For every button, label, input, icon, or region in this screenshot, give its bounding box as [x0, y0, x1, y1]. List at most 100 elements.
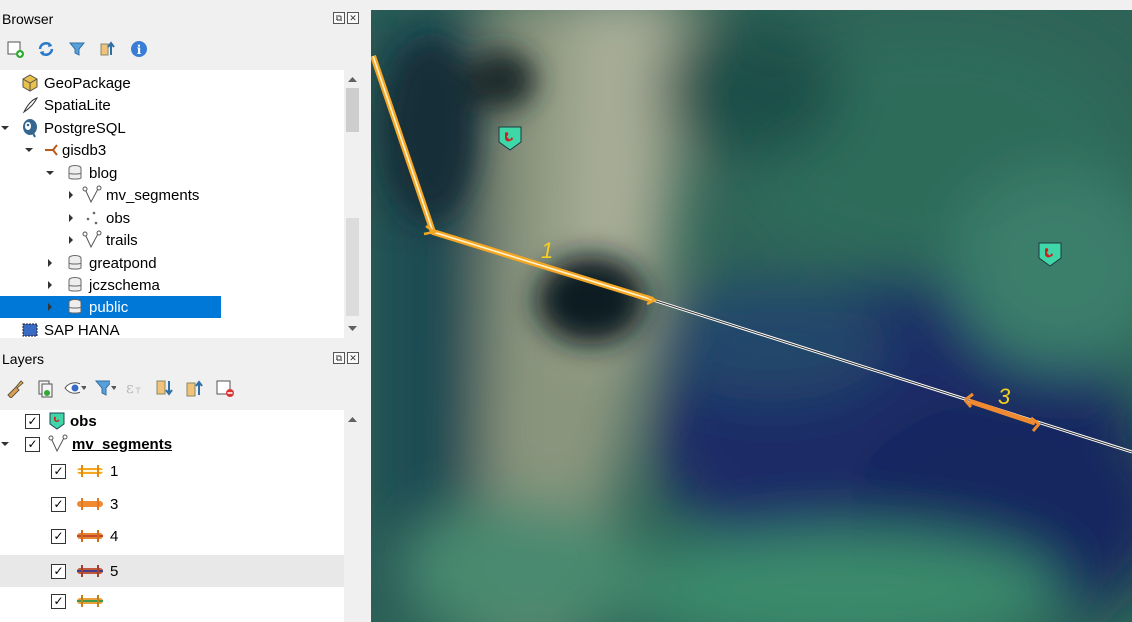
line-layer-icon [48, 434, 68, 454]
schema-icon [65, 253, 85, 273]
browser-scroll-thumb[interactable] [346, 88, 359, 132]
browser-item-blog[interactable]: blog [45, 162, 117, 184]
browser-item-obs[interactable]: obs [66, 207, 130, 229]
expanded-arrow-icon[interactable] [24, 145, 34, 155]
collapsed-arrow-icon[interactable] [45, 258, 55, 268]
layers-panel: Layers ⧉ ✕ ε ✓ obs ✓ mv_segments ✓ 1 ✓ 3… [0, 340, 363, 622]
connection-icon [44, 140, 58, 160]
browser-item-geopackage[interactable]: GeoPackage [20, 72, 131, 94]
legend-visibility-checkbox[interactable]: ✓ [51, 593, 66, 609]
scroll-up-icon[interactable] [344, 72, 361, 86]
browser-tree[interactable]: GeoPackage SpatiaLite PostgreSQL gisdb3 … [0, 70, 344, 338]
browser-close-button[interactable]: ✕ [347, 12, 359, 24]
browser-item-greatpond[interactable]: greatpond [45, 252, 157, 274]
layers-scrollbar[interactable] [344, 410, 361, 622]
collapsed-arrow-icon[interactable] [66, 190, 76, 200]
browser-item-jczschema[interactable]: jczschema [45, 274, 160, 296]
map-svg[interactable]: 1 3 [371, 10, 1132, 622]
segment-label-1: 1 [541, 238, 553, 263]
browser-panel-title: Browser [2, 11, 54, 27]
layer-item-mv-segments[interactable]: ✓ mv_segments [0, 433, 172, 455]
style-icon[interactable] [4, 377, 26, 399]
browser-item-label: PostgreSQL [44, 119, 126, 137]
expanded-arrow-icon[interactable] [0, 123, 10, 133]
legend-item-5[interactable]: ✓ 5 [0, 555, 344, 587]
expanded-arrow-icon[interactable] [45, 168, 55, 178]
browser-item-spatialite[interactable]: SpatiaLite [20, 94, 111, 116]
filter-legend-icon[interactable] [94, 377, 116, 399]
panel-splitter[interactable] [363, 0, 371, 622]
collapse-icon[interactable] [97, 38, 119, 60]
legend-item-label: 1 [110, 462, 119, 480]
browser-panel: Browser ⧉ ✕ i GeoPackage SpatiaLite Post… [0, 0, 363, 340]
layers-close-button[interactable]: ✕ [347, 352, 359, 364]
legend-visibility-checkbox[interactable]: ✓ [51, 463, 66, 479]
line-symbol-icon [74, 461, 106, 481]
map-canvas[interactable]: 1 3 [371, 10, 1132, 622]
legend-item-label: 3 [110, 495, 119, 513]
browser-item-label: public [89, 298, 129, 316]
layers-float-button[interactable]: ⧉ [333, 352, 345, 364]
browser-item-label: GeoPackage [44, 74, 131, 92]
add-group-icon[interactable] [34, 377, 56, 399]
add-layer-icon[interactable] [4, 38, 26, 60]
legend-item-label: 4 [110, 527, 119, 545]
legend-item-other[interactable]: ✓ [51, 590, 110, 612]
browser-item-label: mv_segments [106, 186, 200, 204]
scroll-up-icon[interactable] [344, 412, 361, 426]
collapsed-arrow-icon[interactable] [45, 280, 55, 290]
layer-item-obs[interactable]: ✓ obs [25, 410, 97, 432]
legend-visibility-checkbox[interactable]: ✓ [51, 528, 66, 544]
schema-icon [65, 275, 85, 295]
layer-visibility-checkbox[interactable]: ✓ [25, 413, 40, 429]
browser-item-label: obs [106, 209, 131, 227]
browser-item-gisdb3[interactable]: gisdb3 [24, 139, 106, 161]
browser-scrollbar[interactable] [344, 70, 361, 338]
legend-item-3[interactable]: ✓ 3 [51, 493, 118, 515]
segment-label-3: 3 [998, 384, 1011, 409]
layer-visibility-checkbox[interactable]: ✓ [25, 436, 40, 452]
hana-icon [20, 320, 40, 338]
filter-icon[interactable] [66, 38, 88, 60]
expand-all-icon[interactable] [154, 377, 176, 399]
collapsed-arrow-icon[interactable] [45, 302, 55, 312]
remove-layer-icon[interactable] [214, 377, 236, 399]
browser-item-label: greatpond [89, 254, 157, 272]
collapse-all-icon[interactable] [184, 377, 206, 399]
spatialite-icon [20, 95, 40, 115]
browser-item-public[interactable]: public [0, 296, 221, 318]
line-layer-icon [82, 230, 102, 250]
legend-item-1[interactable]: ✓ 1 [51, 460, 118, 482]
line-layer-icon [82, 185, 102, 205]
expression-filter-icon: ε [124, 377, 146, 399]
legend-visibility-checkbox[interactable]: ✓ [51, 563, 66, 579]
browser-item-label: SpatiaLite [44, 96, 111, 114]
expanded-arrow-icon[interactable] [0, 439, 10, 449]
browser-scroll-track-lower[interactable] [346, 218, 359, 316]
svg-text:i: i [137, 43, 142, 57]
layers-tree[interactable]: ✓ obs ✓ mv_segments ✓ 1 ✓ 3 ✓ 4 ✓ 5 ✓ [0, 410, 344, 622]
browser-float-button[interactable]: ⧉ [333, 12, 345, 24]
browser-item-sap-hana[interactable]: SAP HANA [20, 319, 120, 338]
layer-item-label: mv_segments [72, 435, 173, 453]
browser-item-postgresql[interactable]: PostgreSQL [0, 117, 126, 139]
line-symbol-icon [74, 591, 106, 611]
browser-item-label: jczschema [89, 276, 160, 294]
collapsed-arrow-icon[interactable] [66, 213, 76, 223]
info-icon[interactable]: i [128, 38, 150, 60]
visibility-icon[interactable] [64, 377, 86, 399]
line-symbol-icon [74, 526, 106, 546]
browser-item-trails[interactable]: trails [66, 229, 138, 251]
browser-item-mv-segments[interactable]: mv_segments [66, 184, 199, 206]
layers-panel-title: Layers [2, 351, 45, 367]
collapsed-arrow-icon[interactable] [66, 235, 76, 245]
refresh-icon[interactable] [35, 38, 57, 60]
schema-icon [65, 163, 85, 183]
svg-text:ε: ε [126, 379, 134, 397]
scroll-down-icon[interactable] [344, 322, 361, 336]
legend-item-4[interactable]: ✓ 4 [51, 525, 118, 547]
geopackage-icon [20, 73, 40, 93]
phone-marker-icon [48, 411, 66, 431]
legend-visibility-checkbox[interactable]: ✓ [51, 496, 66, 512]
point-layer-icon [82, 208, 102, 228]
